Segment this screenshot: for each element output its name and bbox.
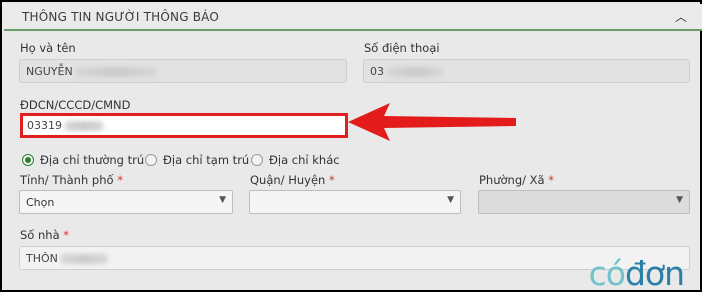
radio-selected-icon [22, 154, 34, 166]
chevron-down-icon: ▼ [676, 195, 683, 205]
radio-dia-chi-khac[interactable]: Địa chỉ khác [251, 153, 340, 167]
ho-ten-label: Họ và tên [20, 41, 76, 55]
so-dien-thoai-value: 03 [370, 65, 384, 78]
redacted-blur [64, 121, 104, 131]
section-header[interactable]: THÔNG TIN NGƯỜI THÔNG BÁO ︿ [4, 4, 702, 31]
radio-unselected-icon [145, 154, 157, 166]
so-dien-thoai-field[interactable]: 03 [363, 59, 690, 83]
redacted-blur [59, 254, 108, 264]
tinh-label: Tỉnh/ Thành phố * [20, 173, 123, 187]
form-panel: THÔNG TIN NGƯỜI THÔNG BÁO ︿ Họ và tên NG… [0, 0, 702, 292]
so-nha-label: Số nhà * [20, 228, 70, 242]
radio-unselected-icon [251, 154, 263, 166]
ho-ten-field[interactable]: NGUYỄN [19, 59, 347, 83]
section-title: THÔNG TIN NGƯỜI THÔNG BÁO [22, 10, 219, 24]
quan-label: Quận/ Huyện * [250, 173, 335, 187]
radio-label: Địa chỉ khác [269, 153, 340, 167]
radio-label: Địa chỉ thường trú [40, 153, 145, 167]
redacted-blur [386, 67, 444, 77]
radio-label: Địa chỉ tạm trú [163, 153, 250, 167]
ho-ten-value: NGUYỄN [26, 65, 73, 78]
phuong-select[interactable]: ▼ [478, 190, 690, 214]
cccd-value: 03319 [27, 119, 62, 132]
tinh-select-value: Chọn [26, 196, 55, 209]
chevron-down-icon: ▼ [219, 195, 226, 205]
chevron-down-icon: ▼ [447, 195, 454, 205]
chevron-up-icon[interactable]: ︿ [674, 10, 688, 24]
phuong-label: Phường/ Xã * [479, 173, 554, 187]
radio-dia-chi-thuong-tru[interactable]: Địa chỉ thường trú [22, 153, 144, 167]
radio-dia-chi-tam-tru[interactable]: Địa chỉ tạm trú [145, 153, 249, 167]
so-dien-thoai-label: Số điện thoại [364, 41, 440, 55]
cccd-label: ĐDCN/CCCD/CMND [20, 98, 131, 112]
so-nha-value: THÔN [26, 252, 58, 265]
quan-select[interactable]: ▼ [249, 190, 461, 214]
tinh-select[interactable]: Chọn ▼ [19, 190, 233, 214]
redacted-blur [74, 67, 157, 77]
cccd-field[interactable]: 03319 [20, 113, 348, 138]
codon-logo: cóđơn [588, 254, 685, 292]
annotation-arrow [348, 103, 516, 141]
